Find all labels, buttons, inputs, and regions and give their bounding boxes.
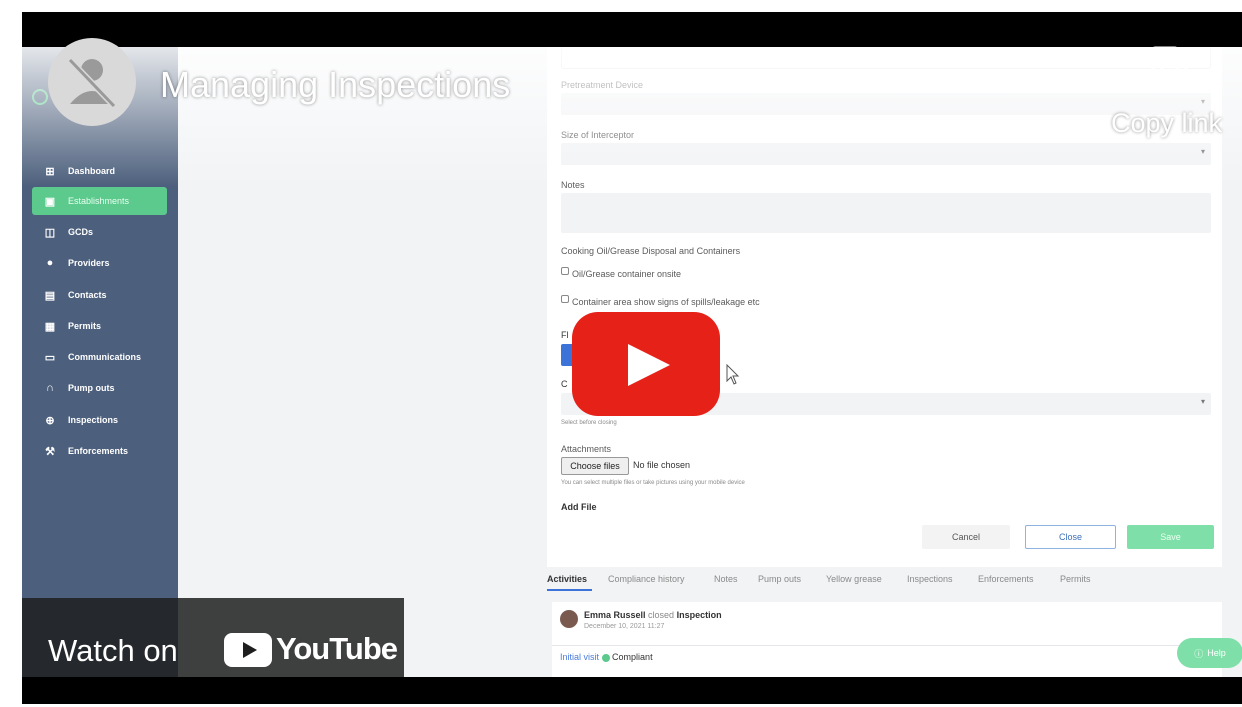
- sidebar-item-communications[interactable]: ▭ Communications: [32, 343, 167, 371]
- partial-label: Fl: [561, 330, 569, 340]
- checkbox-label: Container area show signs of spills/leak…: [572, 297, 760, 307]
- sidebar-item-label: Inspections: [68, 415, 119, 425]
- activity-date: December 10, 2021 11:27: [584, 623, 665, 630]
- help-label: Help: [1207, 648, 1226, 658]
- activity-action: closed: [648, 610, 675, 620]
- checkbox[interactable]: [561, 295, 569, 303]
- sidebar-item-label: GCDs: [68, 227, 94, 237]
- truck-icon: ●: [46, 257, 54, 269]
- cancel-button[interactable]: Cancel: [922, 525, 1010, 549]
- tab-permits[interactable]: Permits: [1060, 574, 1091, 584]
- sidebar-item-enforcements[interactable]: ⚒ Enforcements: [32, 437, 167, 465]
- tab-notes[interactable]: Notes: [714, 574, 738, 584]
- tab-activities[interactable]: Activities: [547, 574, 587, 584]
- letterbox-bar: [22, 677, 1242, 704]
- copy-link-button[interactable]: Copy link: [1082, 46, 1222, 156]
- gavel-icon: ⚒: [45, 445, 55, 458]
- chevron-down-icon: ▾: [1200, 397, 1205, 406]
- help-icon: ⓘ: [1194, 648, 1204, 659]
- tab-compliance-history[interactable]: Compliance history: [608, 574, 685, 584]
- sidebar: ⊞ Dashboard ▣ Establishments ◫ GCDs ● Provid…: [22, 47, 178, 677]
- sidebar-item-label: Communications: [68, 352, 142, 362]
- video-player[interactable]: ⊞ Dashboard ▣ Establishments ◫ GCDs ● Provid…: [22, 12, 1242, 704]
- sidebar-item-dashboard[interactable]: ⊞ Dashboard: [32, 157, 167, 185]
- sidebar-item-permits[interactable]: ▦ Permits: [32, 312, 167, 340]
- sidebar-item-label: Providers: [68, 258, 110, 268]
- gcd-icon: ◫: [44, 226, 56, 239]
- sidebar-item-label: Establishments: [68, 196, 130, 206]
- magnifier-icon: ⊕: [45, 414, 55, 427]
- close-button[interactable]: Close: [1025, 525, 1116, 549]
- cooking-label: Cooking Oil/Grease Disposal and Containe…: [561, 246, 741, 256]
- avatar: [560, 610, 578, 628]
- tab-yellow-grease[interactable]: Yellow grease: [826, 574, 882, 584]
- status-badge: Compliant: [612, 652, 653, 662]
- sidebar-item-label: Dashboard: [68, 166, 116, 176]
- chat-icon: ▭: [44, 351, 56, 364]
- sidebar-item-establishments[interactable]: ▣ Establishments: [32, 187, 167, 215]
- save-button[interactable]: Save: [1127, 525, 1214, 549]
- status-dot-icon: [601, 653, 610, 662]
- activity-summary: Emma Russell closed Inspection: [584, 610, 722, 620]
- permit-icon: ▦: [44, 320, 56, 333]
- play-icon: [628, 344, 670, 386]
- sidebar-item-pump-outs[interactable]: ∩ Pump outs: [32, 374, 167, 402]
- sidebar-item-gcds[interactable]: ◫ GCDs: [32, 218, 167, 246]
- tab-inspections[interactable]: Inspections: [907, 574, 953, 584]
- visit-type-link[interactable]: Initial visit: [560, 652, 599, 662]
- play-button[interactable]: [572, 312, 720, 416]
- oil-container-checkbox-row[interactable]: Oil/Grease container onsite: [561, 267, 682, 279]
- choose-files-button[interactable]: Choose files: [561, 457, 629, 475]
- youtube-logo-icon: [224, 633, 272, 667]
- building-icon: ▣: [44, 195, 56, 208]
- pump-icon: ∩: [46, 382, 54, 394]
- contact-card-icon: ▤: [44, 289, 56, 302]
- sidebar-item-providers[interactable]: ● Providers: [32, 249, 167, 277]
- activity-list: Emma Russell closed Inspection December …: [552, 602, 1222, 677]
- dashboard-icon: ⊞: [45, 165, 55, 178]
- select-hint: Select before closing: [561, 420, 617, 426]
- visit-row: Initial visit Compliant: [560, 652, 653, 662]
- activity-object: Inspection: [676, 610, 722, 620]
- sidebar-item-inspections[interactable]: ⊕ Inspections: [32, 406, 167, 434]
- activity-user: Emma Russell: [584, 610, 646, 620]
- app-logo: [32, 89, 48, 105]
- spills-checkbox-row[interactable]: Container area show signs of spills/leak…: [561, 295, 760, 307]
- add-file-link[interactable]: Add File: [561, 502, 597, 512]
- youtube-wordmark: YouTube: [276, 631, 398, 666]
- size-label: Size of Interceptor: [561, 130, 635, 140]
- notes-label: Notes: [561, 180, 585, 190]
- sidebar-item-contacts[interactable]: ▤ Contacts: [32, 281, 167, 309]
- partial-label: C: [561, 379, 568, 389]
- pretreatment-label: Pretreatment Device: [561, 80, 644, 90]
- mouse-cursor-icon: [726, 364, 740, 385]
- checkbox-label: Oil/Grease container onsite: [572, 269, 682, 279]
- sidebar-item-label: Enforcements: [68, 446, 129, 456]
- copy-icon: [1151, 46, 1188, 89]
- help-button[interactable]: ⓘ Help: [1177, 638, 1242, 668]
- sidebar-item-label: Pump outs: [68, 383, 115, 393]
- channel-avatar[interactable]: [48, 38, 136, 126]
- sidebar-item-label: Contacts: [68, 290, 107, 300]
- attachments-label: Attachments: [561, 444, 612, 454]
- video-title[interactable]: Managing Inspections: [160, 64, 510, 106]
- checkbox[interactable]: [561, 267, 569, 275]
- notes-textarea[interactable]: [561, 193, 1211, 233]
- muted-person-icon: [67, 57, 117, 109]
- active-tab-indicator: [547, 589, 592, 591]
- tab-pump-outs[interactable]: Pump outs: [758, 574, 801, 584]
- sidebar-item-label: Permits: [68, 321, 102, 331]
- detail-tabs: Activities Compliance history Notes Pump…: [547, 569, 1237, 595]
- no-file-text: No file chosen: [633, 460, 691, 470]
- attach-hint: You can select multiple files or take pi…: [561, 480, 745, 486]
- watch-on-label: Watch on: [48, 633, 178, 668]
- tab-enforcements[interactable]: Enforcements: [978, 574, 1034, 584]
- divider: [552, 645, 1222, 646]
- copy-link-label: Copy link: [1110, 108, 1222, 138]
